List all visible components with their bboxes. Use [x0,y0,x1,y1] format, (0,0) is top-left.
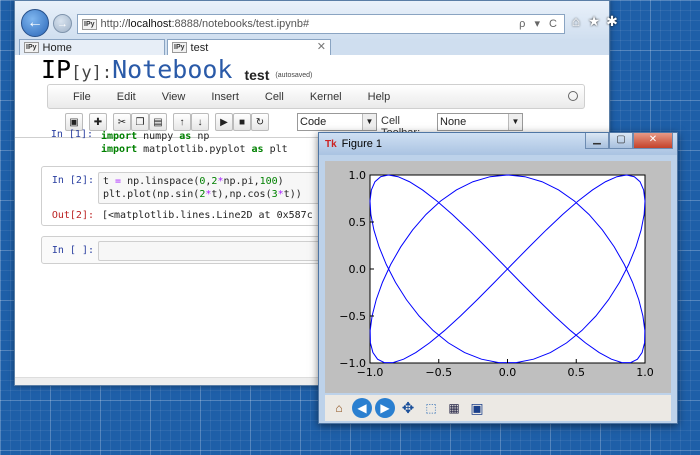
address-actions[interactable]: ρ ▾ C [519,17,560,30]
zoom-icon[interactable]: ⬚ [421,398,441,418]
input-prompt: In [ ]: [51,245,94,256]
notebook-header: IP[y]:Notebook test (autosaved) [41,56,312,87]
favicon-icon: IPy [24,42,39,53]
x-tick-label: 0.5 [568,366,586,379]
menu-kernel[interactable]: Kernel [310,91,342,103]
menu-help[interactable]: Help [368,91,391,103]
x-tick-label: 0.0 [499,366,517,379]
tk-app-icon: Tk [325,138,337,150]
home-icon[interactable]: ⌂ [329,398,349,418]
browser-window-controls [612,0,700,40]
back-icon[interactable]: ◀ [352,398,372,418]
y-tick-label: 1.0 [349,169,367,182]
back-button[interactable]: ← [21,9,49,37]
menu-cell[interactable]: Cell [265,91,284,103]
y-tick-label: −0.5 [339,310,366,323]
tab-label: Home [42,41,72,54]
menu-insert[interactable]: Insert [211,91,239,103]
pan-icon[interactable]: ✥ [398,398,418,418]
menu-view[interactable]: View [162,91,186,103]
y-tick-label: −1.0 [339,357,366,370]
ipython-logo[interactable]: IP[y]:Notebook [41,56,232,87]
tab-label: test [190,41,209,54]
x-tick-label: −0.5 [425,366,452,379]
favicon-icon: IPy [172,42,187,53]
y-tick-label: 0.5 [349,216,367,229]
figure-canvas[interactable]: −1.0 −0.5 0.0 0.5 1.0 1.0 0.5 0.0 −0.5 −1.0 [325,161,671,393]
close-icon[interactable]: ✕ [317,40,326,53]
menu-edit[interactable]: Edit [117,91,136,103]
input-prompt: In [1]: [50,129,93,140]
home-icon[interactable]: ⌂ [568,13,584,29]
save-icon[interactable]: ▣ [467,398,487,418]
star-icon[interactable]: ★ [586,13,602,29]
output-text: [<matplotlib.lines.Line2D at 0x587c [102,210,313,221]
url-host: localhost [128,18,172,30]
url-path: :8888/notebooks/test.ipynb# [171,18,310,30]
kernel-status-icon [568,91,578,101]
figure-title: Figure 1 [341,138,383,150]
maximize-button[interactable]: ▢ [609,133,633,149]
tab-bar: IPy Home IPy test ✕ [15,39,609,55]
figure-toolbar: ⌂ ◀ ▶ ✥ ⬚ ▦ ▣ [325,395,671,421]
favicon-icon: IPy [82,18,97,30]
browser-toolbar: ← → IPy http://localhost:8888/notebooks/… [15,1,618,41]
close-button[interactable]: ✕ [633,133,673,149]
output-prompt: Out[2]: [51,210,94,221]
tab-test[interactable]: IPy test ✕ [167,39,331,55]
x-tick-label: 1.0 [636,366,654,379]
tab-home[interactable]: IPy Home [19,39,165,55]
address-bar[interactable]: IPy http://localhost:8888/notebooks/test… [77,14,565,34]
input-prompt: In [2]: [51,175,94,186]
forward-icon[interactable]: ▶ [375,398,395,418]
y-tick-label: 0.0 [349,263,367,276]
plot-svg: −1.0 −0.5 0.0 0.5 1.01.00.50.0−0.5−1.0 [339,169,654,379]
subplots-icon[interactable]: ▦ [444,398,464,418]
menu-bar: File Edit View Insert Cell Kernel Help [47,84,585,109]
forward-button[interactable]: → [53,14,72,33]
url-prefix: http:// [100,18,129,30]
minimize-button[interactable]: ▁ [585,133,609,149]
figure-window: Tk Figure 1 ▁ ▢ ✕ −1.0 −0.5 0.0 0.5 1.0 1.0 0.… [318,132,678,424]
menu-file[interactable]: File [73,91,91,103]
